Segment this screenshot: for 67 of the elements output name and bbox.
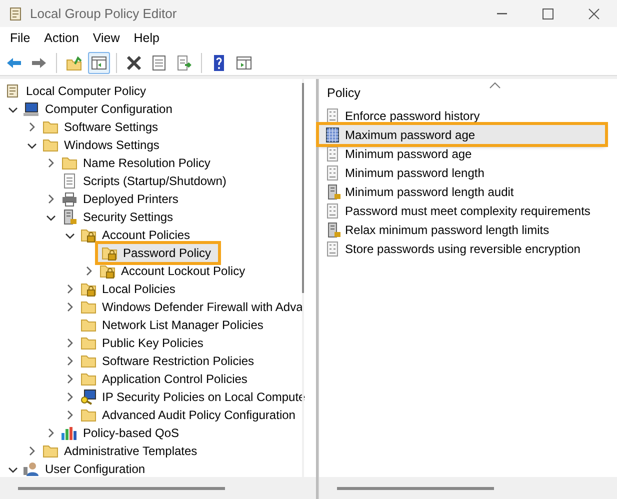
policy-row[interactable]: Relax minimum password length limits <box>319 220 605 239</box>
folder-up-icon <box>65 54 83 72</box>
locked-folder-icon <box>79 227 97 243</box>
tree-item[interactable]: Policy-based QoS <box>81 425 182 441</box>
menu-item[interactable]: Help <box>126 29 166 48</box>
folder-icon <box>41 137 59 153</box>
bar-chart-icon <box>60 425 78 441</box>
menu-item[interactable]: Action <box>37 29 86 48</box>
tree-item[interactable]: Local Computer Policy <box>24 83 148 99</box>
properties-icon <box>150 54 168 72</box>
folder-icon <box>41 443 59 459</box>
tree-item[interactable]: Windows Settings <box>62 137 162 153</box>
tree-item[interactable]: IP Security Policies on Local Compute <box>100 389 308 405</box>
menu-item[interactable]: File <box>3 29 38 48</box>
delete-icon <box>125 54 143 72</box>
tree-item[interactable]: User Configuration <box>43 461 148 477</box>
locked-folder-icon <box>79 281 97 297</box>
printer-icon <box>60 191 78 207</box>
tree-item[interactable]: Application Control Policies <box>100 371 250 387</box>
tree-item[interactable]: Network List Manager Policies <box>100 317 266 333</box>
column-header[interactable]: Policy <box>327 84 360 103</box>
tree-item[interactable]: Advanced Audit Policy Configuration <box>100 407 298 423</box>
folder-icon <box>60 155 78 171</box>
folder-icon <box>79 299 97 315</box>
horizontal-scrollbar[interactable] <box>319 477 617 499</box>
folder-icon <box>79 335 97 351</box>
tree-item[interactable]: Local Policies <box>100 281 178 297</box>
folder-icon <box>79 353 97 369</box>
tree-item[interactable]: Software Restriction Policies <box>100 353 256 369</box>
checkered-icon <box>324 126 342 142</box>
menu-item[interactable]: View <box>86 29 127 48</box>
policy-row[interactable]: Password must meet complexity requirements <box>319 201 605 220</box>
tree-item[interactable]: Account Lockout Policy <box>119 263 248 279</box>
vertical-scrollbar[interactable] <box>302 79 304 477</box>
horizontal-scrollbar[interactable] <box>0 477 316 499</box>
computer-icon <box>22 101 40 117</box>
tree-item[interactable]: Windows Defender Firewall with Adva <box>100 299 305 315</box>
tree-pane-icon <box>90 54 108 72</box>
action-pane-icon <box>235 54 253 72</box>
sort-caret-icon <box>489 81 501 89</box>
minimize-icon <box>497 12 507 14</box>
user-icon <box>22 461 40 477</box>
tree-item[interactable]: Name Resolution Policy <box>81 155 212 171</box>
policy-row[interactable]: Minimum password length <box>319 163 605 182</box>
tree-item[interactable]: Public Key Policies <box>100 335 206 351</box>
window-title: Local Group Policy Editor <box>30 4 178 23</box>
tree-item[interactable]: Scripts (Startup/Shutdown) <box>81 173 228 189</box>
folder-icon <box>79 407 97 423</box>
tree-item[interactable]: Deployed Printers <box>81 191 180 207</box>
export-list-icon <box>175 54 193 72</box>
policy-row[interactable]: Minimum password length audit <box>319 182 605 201</box>
policy-row[interactable]: Minimum password age <box>319 144 605 163</box>
policy-row[interactable]: Maximum password age <box>319 125 605 144</box>
folder-icon <box>79 371 97 387</box>
policy-row[interactable]: Enforce password history <box>319 106 605 125</box>
tree-pane-button[interactable] <box>88 52 110 74</box>
key-computer-icon <box>79 389 97 405</box>
locked-folder-icon <box>100 245 118 261</box>
tree-item[interactable]: Computer Configuration <box>43 101 174 117</box>
locked-folder-icon <box>98 263 116 279</box>
tree-item[interactable]: Account Policies <box>100 227 192 243</box>
tree-item[interactable]: Administrative Templates <box>62 443 200 459</box>
folder-icon <box>41 119 59 135</box>
tree-item[interactable]: Software Settings <box>62 119 160 135</box>
folder-icon <box>79 317 97 333</box>
tree-item[interactable]: Security Settings <box>81 209 176 225</box>
policy-row[interactable]: Store passwords using reversible encryption <box>319 239 605 258</box>
